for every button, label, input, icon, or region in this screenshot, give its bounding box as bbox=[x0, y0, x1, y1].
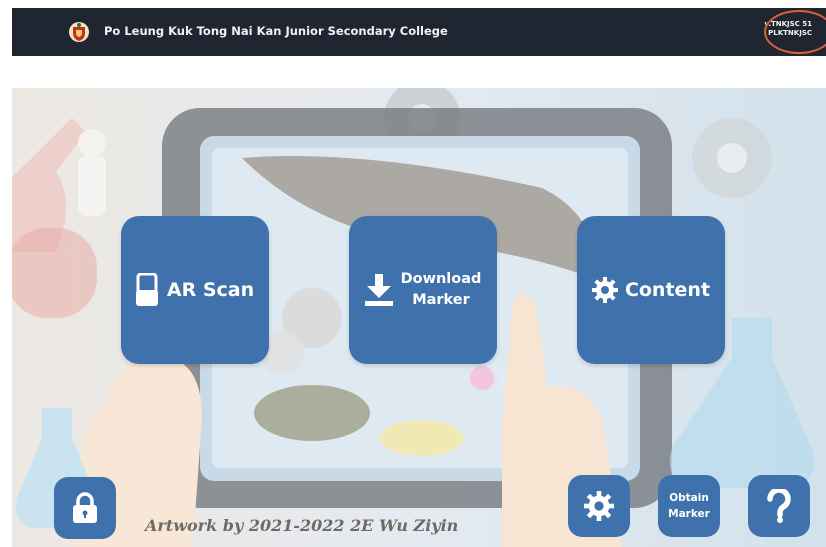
header-bar: Po Leung Kuk Tong Nai Kan Junior Seconda… bbox=[12, 8, 826, 56]
lock-button[interactable] bbox=[54, 477, 116, 539]
download-marker-label-line-2: Marker bbox=[412, 292, 470, 308]
content-label: Content bbox=[624, 279, 711, 301]
help-button[interactable] bbox=[748, 475, 810, 537]
download-marker-label-line-1: Download bbox=[400, 271, 482, 287]
gear-icon bbox=[584, 491, 614, 521]
download-marker-label: Download Marker bbox=[401, 269, 482, 311]
school-crest-icon bbox=[69, 22, 89, 42]
download-marker-button[interactable]: Download Marker bbox=[349, 216, 497, 364]
settings-button[interactable] bbox=[568, 475, 630, 537]
content-button[interactable]: Content bbox=[577, 216, 725, 364]
phone-scan-icon bbox=[135, 273, 158, 306]
question-icon bbox=[767, 489, 791, 523]
college-name: Po Leung Kuk Tong Nai Kan Junior Seconda… bbox=[104, 24, 448, 38]
ar-scan-label: AR Scan bbox=[166, 279, 255, 301]
lock-icon bbox=[73, 492, 97, 523]
ar-scan-button[interactable]: AR Scan bbox=[121, 216, 269, 364]
gear-icon bbox=[591, 277, 618, 303]
obtain-marker-button[interactable]: Obtain Marker bbox=[658, 475, 720, 537]
obtain-marker-label: Obtain Marker bbox=[668, 490, 710, 522]
download-icon bbox=[364, 274, 393, 306]
version-highlight-ring bbox=[764, 10, 826, 54]
obtain-marker-label-line-2: Marker bbox=[668, 508, 710, 520]
obtain-marker-label-line-1: Obtain bbox=[669, 492, 709, 504]
artwork-credit: Artwork by 2021-2022 2E Wu Ziyin bbox=[145, 516, 459, 535]
